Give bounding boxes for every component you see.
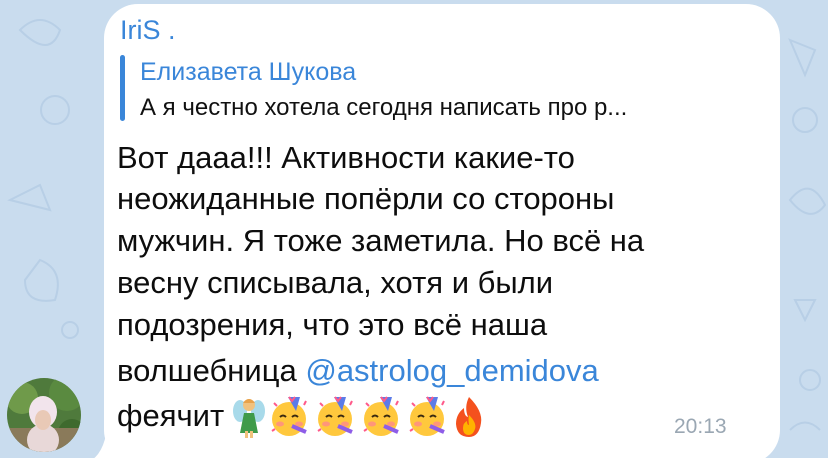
message-line: неожиданные попёрли со стороны (117, 181, 615, 216)
message-last-word: феячит (117, 398, 225, 433)
sender-avatar[interactable] (7, 378, 81, 452)
partying-face-emoji (406, 395, 450, 444)
reply-preview[interactable]: Елизавета Шукова А я честно хотела сегод… (120, 55, 760, 121)
emoji-row (232, 395, 488, 443)
partying-face-emoji (268, 395, 312, 444)
reply-text: А я честно хотела сегодня написать про р… (140, 94, 628, 121)
message-line-mention: волшебница @astrolog_demidova (117, 352, 599, 390)
message-line: подозрения, что это всё наша (117, 307, 548, 342)
sender-name[interactable]: IriS . (120, 15, 176, 45)
fairy-emoji (232, 395, 266, 444)
message-time: 20:13 (674, 415, 727, 438)
message-line: весну списывала, хотя и были (117, 265, 554, 300)
mention-link[interactable]: @astrolog_demidova (305, 353, 598, 388)
partying-face-emoji (360, 395, 404, 444)
fire-emoji (452, 395, 486, 444)
partying-face-emoji (314, 395, 358, 444)
mention-prefix: волшебница (117, 353, 306, 388)
reply-author: Елизавета Шукова (140, 58, 357, 86)
avatar-photo (7, 378, 81, 452)
message-line: мужчин. Я тоже заметила. Но всё на (117, 223, 645, 258)
message-line: Вот дааа!!! Активности какие-то (117, 140, 575, 175)
reply-bar (120, 55, 125, 121)
